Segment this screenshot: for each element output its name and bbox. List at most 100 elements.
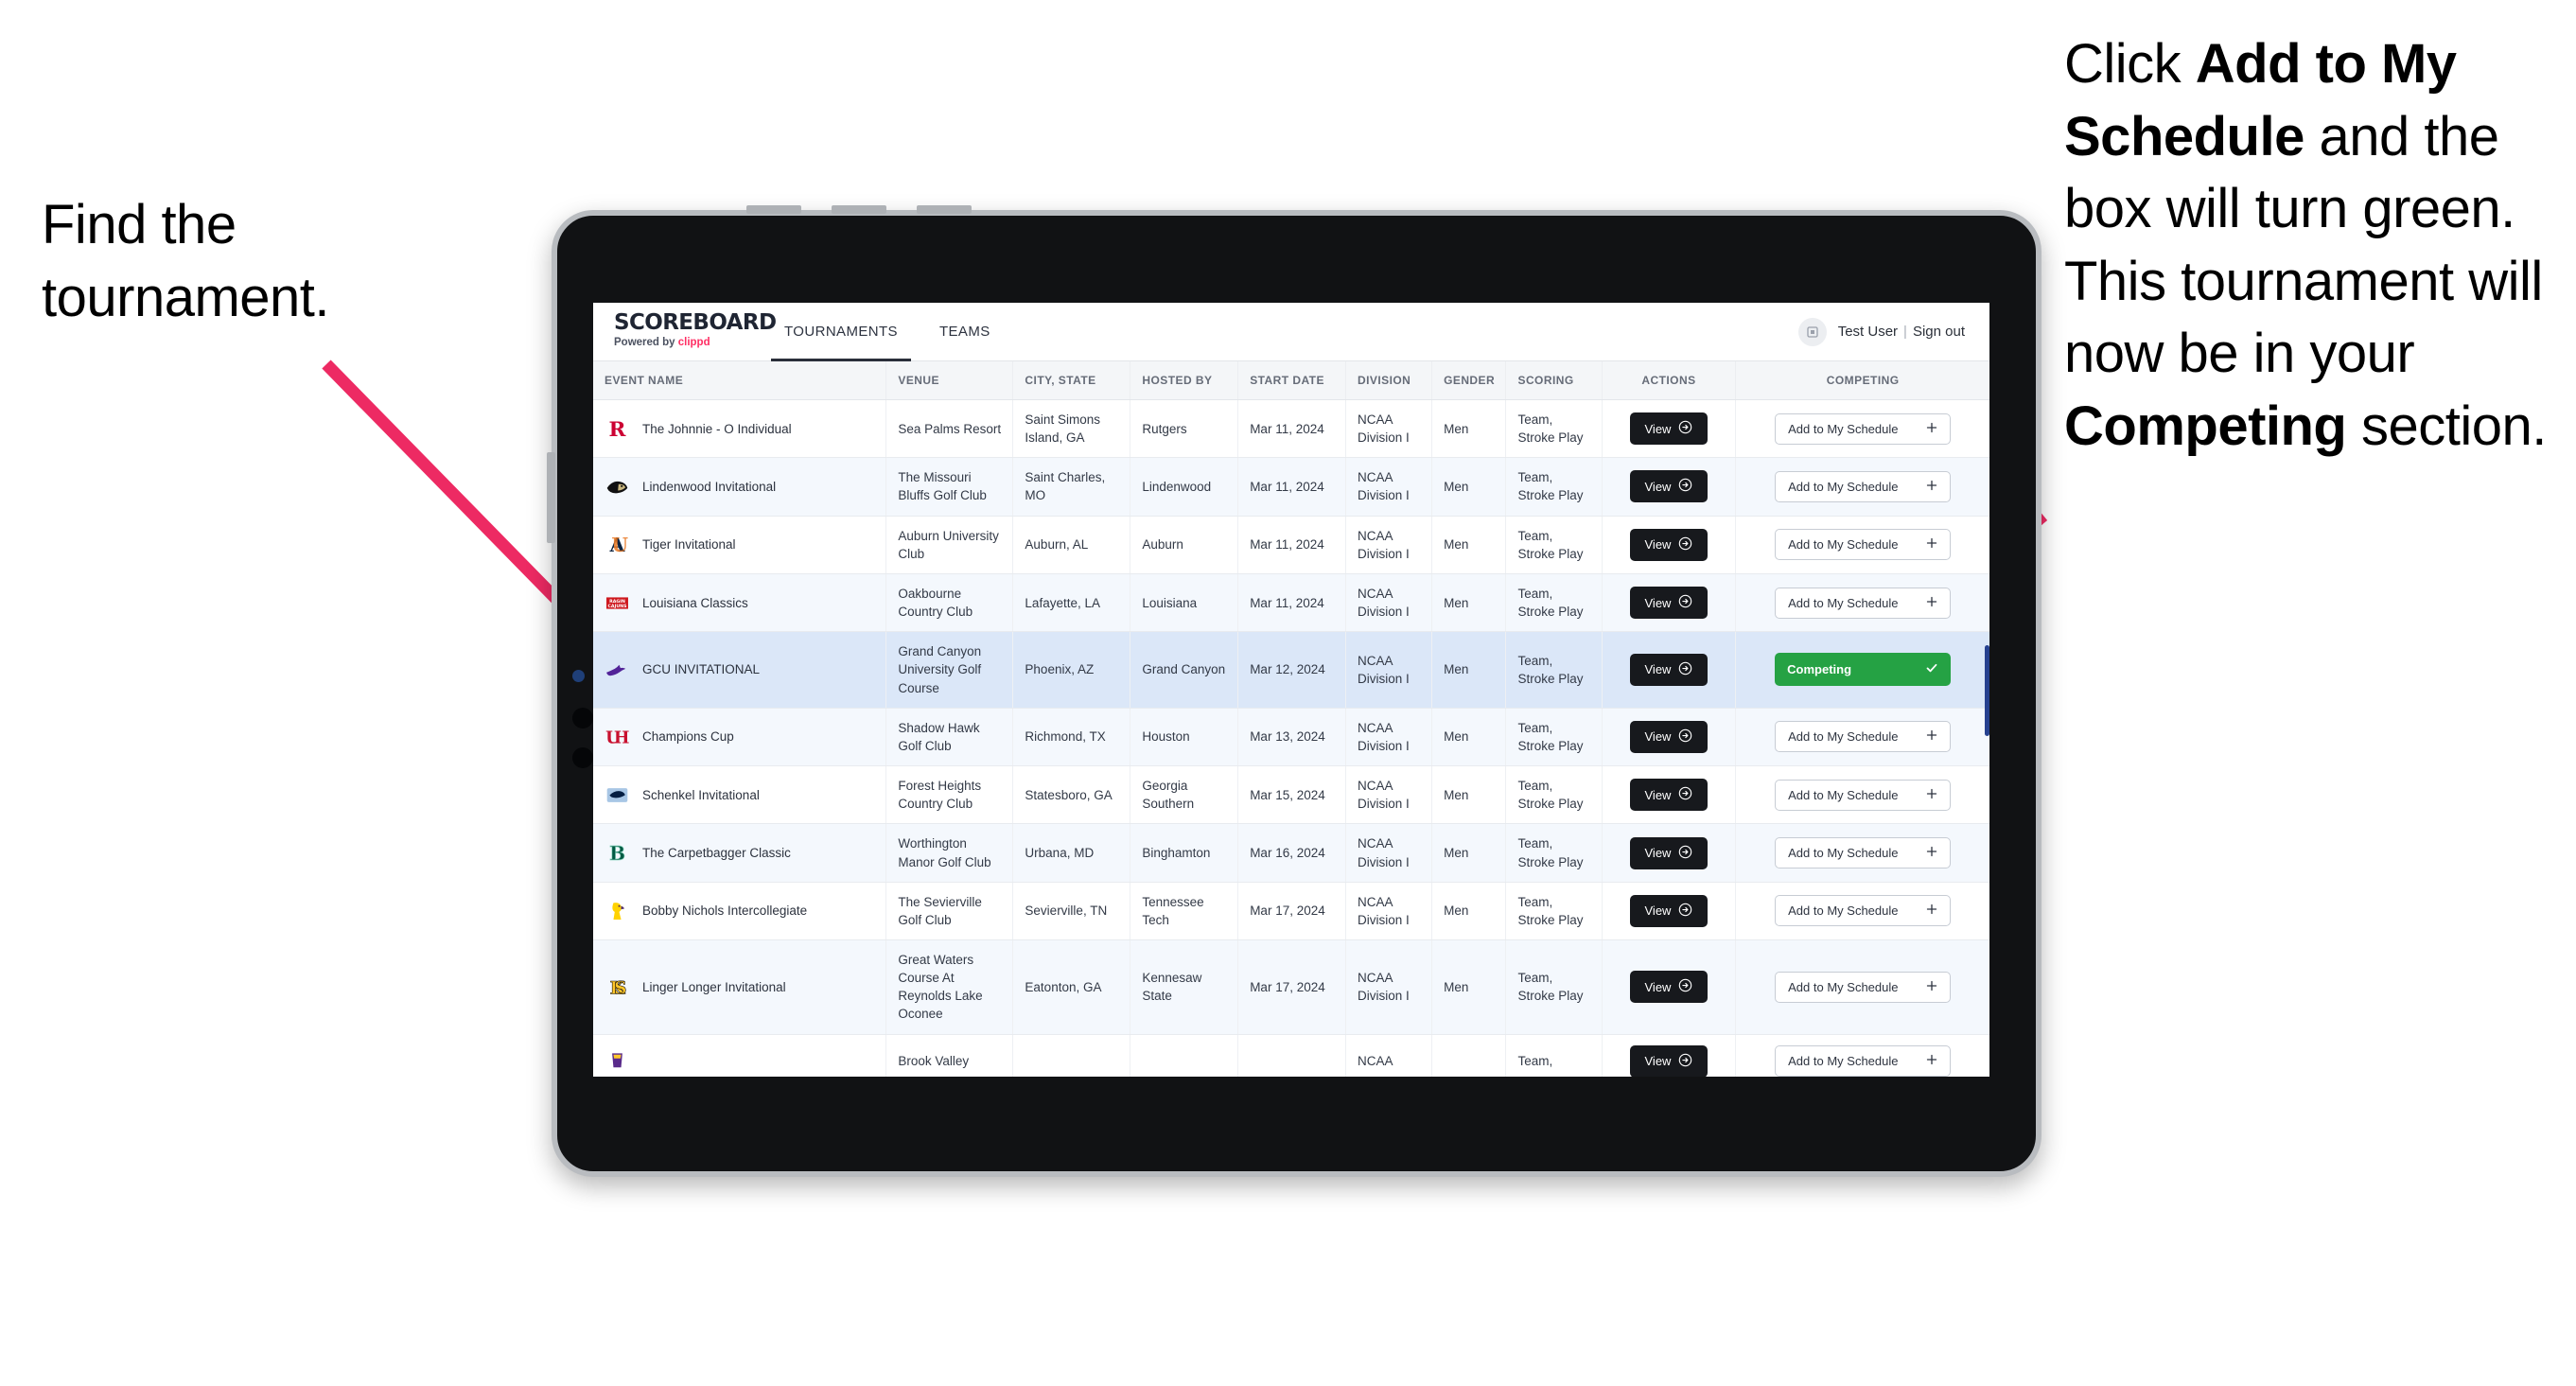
add-to-my-schedule-button[interactable]: Add to My Schedule (1775, 971, 1952, 1003)
cell-hosted-by: Kennesaw State (1130, 939, 1239, 1035)
cell-scoring: Team, Stroke Play (1505, 882, 1603, 940)
cell-event-name: R The Johnnie - O Individual (593, 399, 887, 459)
cell-division: NCAA Division I (1345, 573, 1433, 633)
tablet-device-frame: SCOREBOARD Powered by clippd TOURNAMENTS… (547, 205, 2042, 1177)
cell-venue: Auburn University Club (885, 516, 1014, 574)
table-row[interactable]: A U Tiger Invitational Auburn University Cl… (593, 516, 1989, 574)
add-label: Add to My Schedule (1788, 421, 1899, 436)
cell-division: NCAA Division I (1345, 939, 1433, 1035)
col-event-name[interactable]: EVENT NAME (593, 361, 887, 400)
competing-button[interactable]: Competing (1775, 653, 1952, 687)
view-label: View (1644, 1054, 1672, 1069)
table-row[interactable]: R The Johnnie - O Individual Sea Palms Res… (593, 399, 1989, 459)
col-venue[interactable]: VENUE (885, 361, 1014, 400)
add-to-my-schedule-button[interactable]: Add to My Schedule (1775, 721, 1952, 753)
cell-start-date: Mar 11, 2024 (1237, 399, 1347, 459)
view-button[interactable]: View (1629, 1044, 1709, 1077)
add-label: Add to My Schedule (1788, 787, 1899, 802)
add-to-my-schedule-button[interactable]: Add to My Schedule (1775, 587, 1952, 619)
sign-out-link[interactable]: Sign out (1913, 324, 1965, 340)
view-label: View (1644, 729, 1672, 745)
view-button[interactable]: View (1629, 412, 1709, 446)
cell-hosted-by: Binghamton (1130, 823, 1239, 883)
plus-icon (1926, 480, 1937, 494)
cell-venue: Worthington Manor Golf Club (885, 823, 1014, 883)
tab-teams[interactable]: TEAMS (919, 303, 1011, 361)
brand-logo[interactable]: SCOREBOARD Powered by clippd (593, 303, 777, 360)
table-row[interactable]: U H Champions Cup Shadow Hawk Golf Club Rich… (593, 708, 1989, 767)
side-button[interactable] (547, 452, 555, 543)
view-button[interactable]: View (1629, 470, 1709, 503)
cell-hosted-by: Georgia Southern (1130, 765, 1239, 825)
cell-competing: Competing (1735, 631, 1989, 709)
cell-scoring: Team, Stroke Play (1505, 939, 1603, 1035)
cell-start-date: Mar 11, 2024 (1237, 457, 1347, 517)
view-button[interactable]: View (1629, 894, 1709, 927)
volume-button-2[interactable] (832, 205, 886, 214)
table-row[interactable]: Brook Valley NCAA Team, View Add to My Sched… (593, 1034, 1989, 1077)
arrow-circle-right-icon (1678, 786, 1692, 803)
add-to-my-schedule-button[interactable]: Add to My Schedule (1775, 529, 1952, 561)
tab-tournaments[interactable]: TOURNAMENTS (763, 303, 919, 361)
view-button[interactable]: View (1629, 836, 1709, 869)
view-button[interactable]: View (1629, 528, 1709, 561)
power-button[interactable] (917, 205, 972, 214)
col-division[interactable]: DIVISION (1345, 361, 1433, 400)
cell-city-state: Auburn, AL (1012, 516, 1131, 574)
add-to-my-schedule-button[interactable]: Add to My Schedule (1775, 895, 1952, 927)
cell-hosted-by: Grand Canyon (1130, 631, 1239, 709)
table-row[interactable]: GCU INVITATIONAL Grand Canyon University … (593, 631, 1989, 709)
view-button[interactable]: View (1629, 720, 1709, 753)
volume-button-1[interactable] (746, 205, 801, 214)
user-avatar-icon[interactable] (1797, 317, 1827, 346)
add-to-my-schedule-button[interactable]: Add to My Schedule (1775, 837, 1952, 868)
table-head: EVENT NAME VENUE CITY, STATE HOSTED BY S… (593, 361, 1989, 400)
cell-start-date: Mar 17, 2024 (1237, 882, 1347, 940)
user-separator: | (1903, 324, 1907, 340)
col-start-date[interactable]: START DATE (1237, 361, 1347, 400)
cell-venue: The Missouri Bluffs Golf Club (885, 457, 1014, 517)
brand-title: SCOREBOARD (614, 310, 777, 335)
add-to-my-schedule-button[interactable]: Add to My Schedule (1775, 779, 1952, 811)
event-name-text: Linger Longer Invitational (642, 979, 786, 994)
add-to-my-schedule-button[interactable]: Add to My Schedule (1775, 470, 1952, 502)
table-row[interactable]: B The Carpetbagger Classic Worthington Man… (593, 823, 1989, 883)
view-button[interactable]: View (1629, 587, 1709, 620)
cell-gender: Men (1431, 631, 1507, 709)
cell-competing: Add to My Schedule (1735, 1034, 1989, 1077)
user-name: Test User (1837, 324, 1899, 340)
cell-city-state: Saint Charles, MO (1012, 457, 1131, 517)
add-to-my-schedule-button[interactable]: Add to My Schedule (1775, 1045, 1952, 1077)
cell-gender: Men (1431, 823, 1507, 883)
cell-scoring: Team, Stroke Play (1505, 631, 1603, 709)
col-scoring[interactable]: SCORING (1505, 361, 1603, 400)
table-row[interactable]: K S Linger Longer Invitational Great Waters… (593, 939, 1989, 1035)
event-name-text: GCU INVITATIONAL (642, 662, 761, 677)
arrow-circle-right-icon (1678, 536, 1692, 553)
svg-text:CAJUNS: CAJUNS (607, 604, 627, 609)
svg-text:S: S (614, 978, 626, 998)
add-label: Add to My Schedule (1788, 595, 1899, 610)
cell-division: NCAA Division I (1345, 457, 1433, 517)
col-gender[interactable]: GENDER (1431, 361, 1507, 400)
powered-by-text: Powered by (614, 337, 678, 348)
add-to-my-schedule-button[interactable]: Add to My Schedule (1775, 412, 1952, 445)
view-button[interactable]: View (1629, 971, 1709, 1004)
cell-scoring: Team, (1505, 1034, 1603, 1077)
col-hosted-by[interactable]: HOSTED BY (1130, 361, 1239, 400)
add-label: Add to My Schedule (1788, 537, 1899, 553)
vertical-scrollbar[interactable] (1985, 645, 1989, 736)
view-button[interactable]: View (1629, 779, 1709, 812)
table-row[interactable]: Schenkel Invitational Forest Heights Coun… (593, 765, 1989, 825)
arrow-circle-right-icon (1678, 420, 1692, 437)
event-name-text: The Johnnie - O Individual (642, 421, 792, 436)
cell-start-date: Mar 12, 2024 (1237, 631, 1347, 709)
col-city-state[interactable]: CITY, STATE (1012, 361, 1131, 400)
table-row[interactable]: Bobby Nichols Intercollegiate The Sevierv… (593, 882, 1989, 940)
table-row[interactable]: Lindenwood Invitational The Missouri Bluf… (593, 457, 1989, 517)
view-label: View (1644, 787, 1672, 802)
arrow-circle-right-icon (1678, 845, 1692, 862)
table-row[interactable]: RAGIN CAJUNS Louisiana Classics Oakbourne C… (593, 573, 1989, 633)
cell-hosted-by (1130, 1034, 1239, 1077)
view-button[interactable]: View (1629, 653, 1709, 686)
